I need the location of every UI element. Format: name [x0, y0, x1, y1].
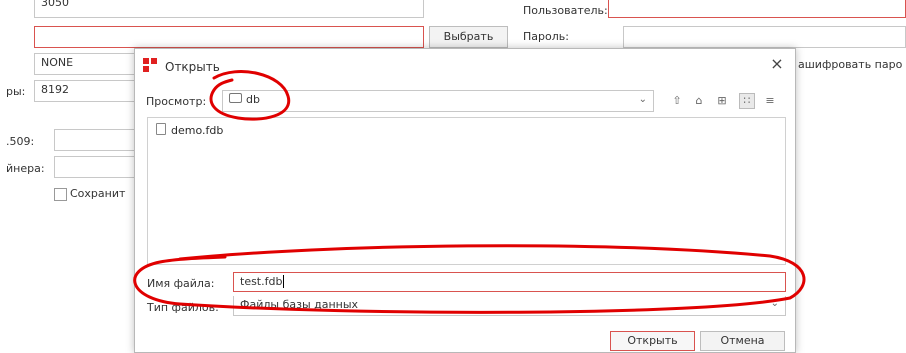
user-label: Пользователь:: [523, 4, 608, 17]
close-icon[interactable]: ×: [768, 55, 786, 73]
container-label: йнера:: [6, 162, 45, 175]
list-view-icon[interactable]: ∷: [739, 93, 755, 109]
database-path-field[interactable]: [34, 26, 424, 48]
details-view-icon[interactable]: ≡: [763, 94, 777, 108]
choose-button[interactable]: Выбрать: [429, 26, 508, 48]
user-field[interactable]: [608, 0, 906, 18]
port-value: 3050: [41, 0, 69, 9]
file-name-value: test.fdb: [240, 275, 283, 288]
x509-label: .509:: [6, 135, 35, 148]
open-file-dialog: Открыть × Просмотр: db ⌄ ⇧ ⌂ ⊞ ∷ ≡ demo.…: [134, 48, 796, 353]
file-type-value: Файлы базы данных: [240, 298, 359, 311]
open-button[interactable]: Открыть: [610, 331, 695, 351]
x509-field[interactable]: [54, 129, 144, 151]
file-item-label: demo.fdb: [171, 124, 224, 137]
save-checkbox-label: Сохранит: [70, 187, 126, 200]
password-label: Пароль:: [523, 30, 569, 43]
dialog-title: Открыть: [165, 60, 220, 74]
file-name-label: Имя файла:: [147, 277, 215, 290]
container-field[interactable]: [54, 156, 144, 178]
save-checkbox[interactable]: [54, 188, 67, 201]
chevron-down-icon: ⌄: [638, 94, 647, 105]
new-folder-icon[interactable]: ⊞: [715, 94, 729, 108]
page-size-field[interactable]: 8192: [34, 80, 144, 102]
up-folder-icon[interactable]: ⇧: [670, 94, 684, 108]
app-logo-icon: [143, 58, 157, 72]
look-in-combo[interactable]: db ⌄: [222, 90, 654, 112]
file-item[interactable]: demo.fdb: [156, 123, 223, 137]
file-type-label: Тип файлов:: [147, 301, 219, 314]
password-field[interactable]: [623, 26, 906, 48]
port-field[interactable]: 3050: [34, 0, 424, 18]
file-type-combo[interactable]: Файлы базы данных ⌄: [233, 296, 786, 316]
page-size-value: 8192: [41, 83, 69, 96]
cancel-button[interactable]: Отмена: [700, 331, 785, 351]
home-icon[interactable]: ⌂: [692, 94, 706, 108]
file-list[interactable]: demo.fdb: [147, 117, 786, 265]
dialog-titlebar: Открыть ×: [135, 49, 795, 83]
look-in-label: Просмотр:: [146, 95, 207, 108]
charset-value: NONE: [41, 56, 74, 69]
charset-field[interactable]: NONE: [34, 53, 144, 75]
chevron-down-icon: ⌄: [770, 298, 779, 309]
file-name-input[interactable]: test.fdb: [233, 272, 786, 292]
look-in-value: db: [246, 93, 260, 106]
page-size-label: ры:: [6, 85, 26, 98]
folder-icon: [229, 93, 242, 103]
file-icon: [156, 123, 166, 135]
encrypt-label: ашифровать паро: [798, 58, 903, 71]
